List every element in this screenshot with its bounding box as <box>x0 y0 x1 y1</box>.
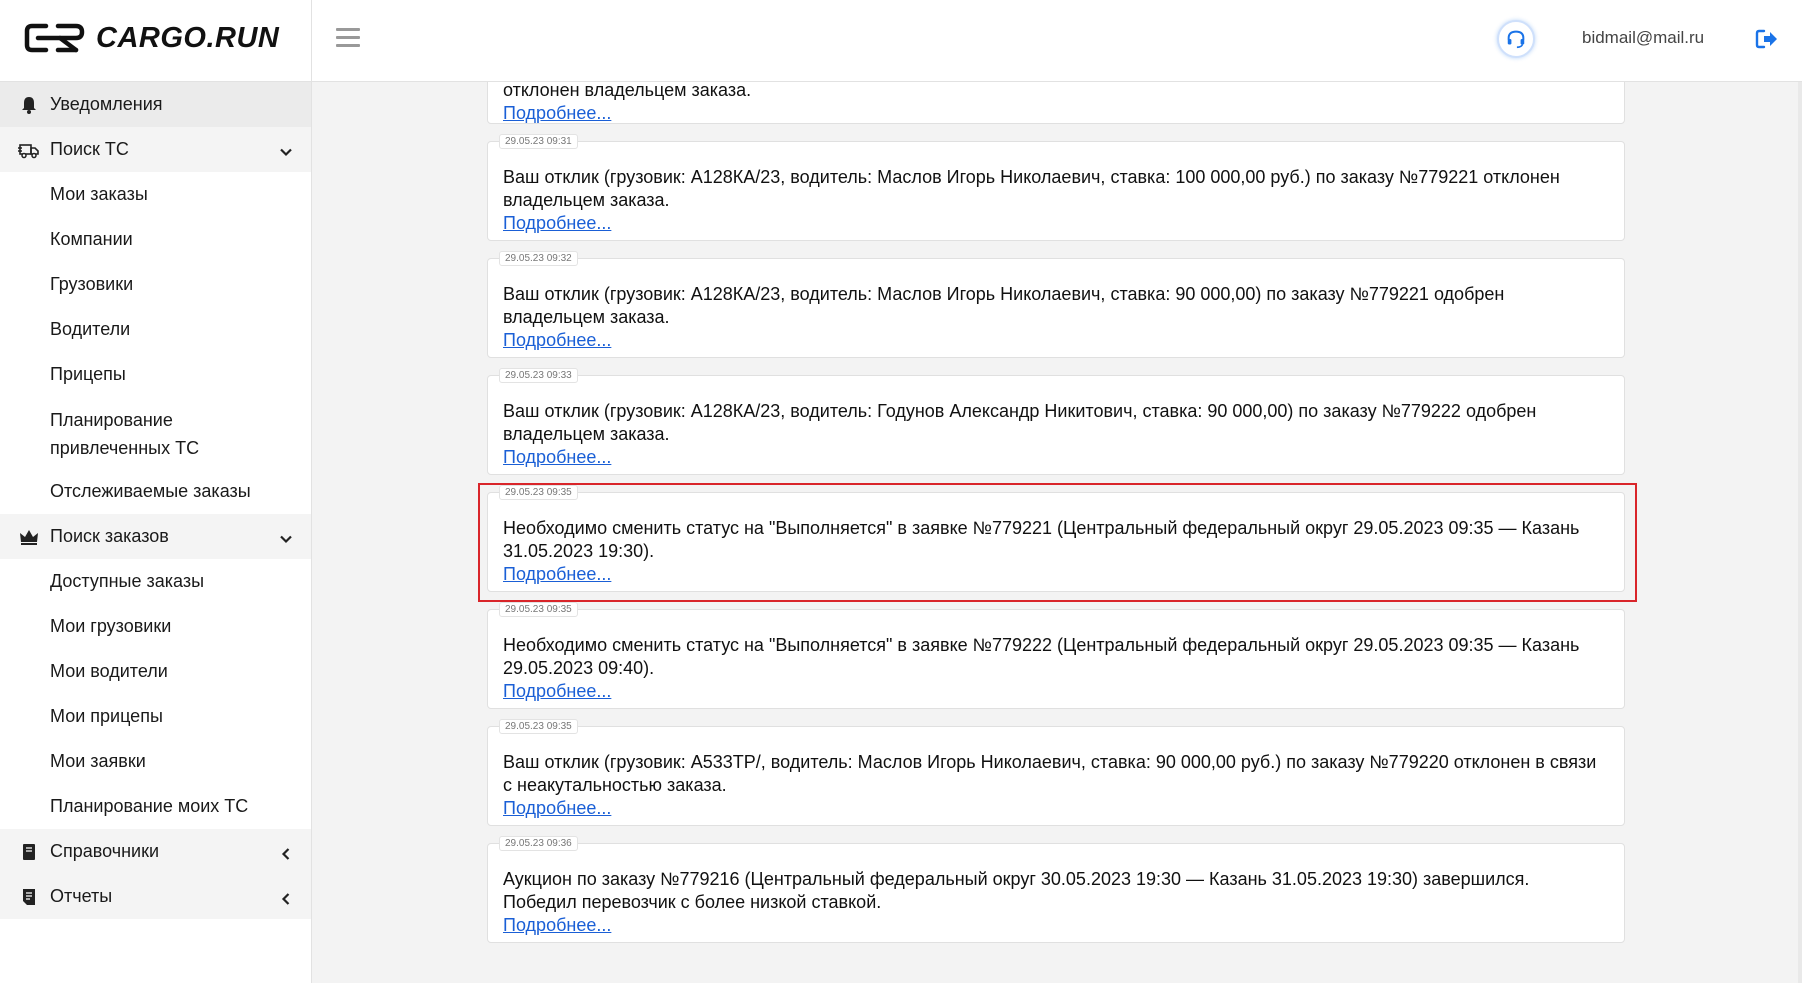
notification-card: 29.05.23 09:31 Ваш отклик (грузовик: А128… <box>487 134 1625 241</box>
sidebar-item-label: Мои водители <box>50 661 168 681</box>
chevron-left-icon[interactable] <box>279 890 293 905</box>
sidebar-item-3[interactable]: Компании <box>0 217 311 262</box>
notifications-feed: отклонен владельцем заказа. Подробнее... 2… <box>478 82 1637 960</box>
sidebar-item-12[interactable]: Мои водители <box>0 649 311 694</box>
logo-text: CARGO.RUN <box>96 21 280 54</box>
bell-icon <box>18 95 40 115</box>
notification-text: Ваш отклик (грузовик: А128КА/23, водител… <box>503 401 1537 444</box>
sidebar-item-label: Мои прицепы <box>50 706 163 726</box>
sidebar-item-15[interactable]: Планирование моих ТС <box>0 784 311 829</box>
logo-mark-icon <box>24 23 85 53</box>
notification-text: Ваш отклик (грузовик: А128КА/23, водител… <box>503 284 1505 327</box>
notification-time: 29.05.23 09:35 <box>499 485 578 500</box>
page-scrollbar[interactable] <box>1798 82 1802 983</box>
notification-time: 29.05.23 09:31 <box>499 134 578 149</box>
sidebar-item-1[interactable]: Поиск ТС <box>0 127 311 172</box>
details-link[interactable]: Подробнее... <box>503 680 611 703</box>
notification-card: 29.05.23 09:35 Необходимо сменить статус … <box>487 602 1625 709</box>
top-bar: CARGO.RUN bidmail@mail.ru <box>0 0 1802 82</box>
sidebar-item-16[interactable]: Справочники <box>0 829 311 874</box>
notification-text: отклонен владельцем заказа. <box>503 82 752 100</box>
sidebar-item-label: Мои заявки <box>50 751 146 771</box>
notification-card: 29.05.23 09:35 Ваш отклик (грузовик: А533… <box>487 719 1625 826</box>
sidebar-divider <box>311 0 312 983</box>
notification-time: 29.05.23 09:35 <box>499 602 578 617</box>
notification-text: Ваш отклик (грузовик: А533ТР/, водитель:… <box>503 752 1597 795</box>
notification-card: 29.05.23 09:36 Аукцион по заказу №779216 … <box>487 836 1625 943</box>
sidebar-item-label: Водители <box>50 319 131 339</box>
truck-icon <box>18 140 40 160</box>
sidebar-item-2[interactable]: Мои заказы <box>0 172 311 217</box>
sidebar-item-9[interactable]: Поиск заказов <box>0 514 311 559</box>
chevron-down-icon[interactable] <box>279 530 293 544</box>
sidebar-item-label: Мои заказы <box>50 184 148 204</box>
notification-card: отклонен владельцем заказа. Подробнее... <box>487 82 1625 124</box>
sidebar-item-label: Поиск ТС <box>50 139 129 159</box>
logout-icon[interactable] <box>1755 28 1779 50</box>
details-link[interactable]: Подробнее... <box>503 914 611 937</box>
notification-time: 29.05.23 09:32 <box>499 251 578 266</box>
sidebar: Уведомления Поиск ТС Мои заказы Компании Гру… <box>0 82 311 983</box>
notification-card: 29.05.23 09:35 Необходимо сменить статус … <box>478 483 1637 602</box>
notifications-panel: отклонен владельцем заказа. Подробнее... 2… <box>312 82 1802 983</box>
notification-card: 29.05.23 09:32 Ваш отклик (грузовик: А128… <box>487 251 1625 358</box>
sidebar-item-label: Планирование привлеченных ТС <box>50 410 200 458</box>
details-link[interactable]: Подробнее... <box>503 329 611 352</box>
notification-text: Ваш отклик (грузовик: А128КА/23, водител… <box>503 167 1560 210</box>
details-link[interactable]: Подробнее... <box>503 563 611 586</box>
user-email[interactable]: bidmail@mail.ru <box>1582 28 1704 48</box>
chevron-left-icon[interactable] <box>279 845 293 860</box>
logo[interactable]: CARGO.RUN <box>24 18 279 58</box>
sidebar-item-14[interactable]: Мои заявки <box>0 739 311 784</box>
notification-text: Необходимо сменить статус на "Выполняетс… <box>503 518 1580 561</box>
sidebar-item-label: Отслеживаемые заказы <box>50 481 251 501</box>
notification-text: Аукцион по заказу №779216 (Центральный ф… <box>503 869 1530 912</box>
sidebar-item-label: Уведомления <box>50 94 163 114</box>
sidebar-item-label: Отчеты <box>50 886 113 906</box>
details-link[interactable]: Подробнее... <box>503 446 611 469</box>
crown-icon <box>18 527 40 547</box>
sidebar-item-label: Прицепы <box>50 364 126 384</box>
headset-icon[interactable] <box>1497 20 1535 58</box>
notification-text: Необходимо сменить статус на "Выполняетс… <box>503 635 1580 678</box>
hamburger-icon[interactable] <box>336 28 360 48</box>
sidebar-item-label: Мои грузовики <box>50 616 172 636</box>
details-link[interactable]: Подробнее... <box>503 212 611 235</box>
notification-card: 29.05.23 09:33 Ваш отклик (грузовик: А128… <box>487 368 1625 475</box>
sidebar-item-4[interactable]: Грузовики <box>0 262 311 307</box>
sidebar-item-label: Планирование моих ТС <box>50 796 249 816</box>
sidebar-item-label: Грузовики <box>50 274 134 294</box>
sidebar-item-0[interactable]: Уведомления <box>0 82 311 127</box>
book-icon <box>18 842 40 862</box>
chevron-down-icon[interactable] <box>279 143 293 157</box>
sidebar-item-label: Поиск заказов <box>50 526 169 546</box>
sidebar-item-5[interactable]: Водители <box>0 307 311 352</box>
notification-time: 29.05.23 09:33 <box>499 368 578 383</box>
sidebar-item-label: Компании <box>50 229 133 249</box>
sidebar-item-17[interactable]: Отчеты <box>0 874 311 919</box>
sidebar-item-13[interactable]: Мои прицепы <box>0 694 311 739</box>
sidebar-item-11[interactable]: Мои грузовики <box>0 604 311 649</box>
sidebar-item-10[interactable]: Доступные заказы <box>0 559 311 604</box>
sidebar-item-8[interactable]: Отслеживаемые заказы <box>0 469 311 514</box>
report-icon <box>18 887 40 907</box>
notification-time: 29.05.23 09:36 <box>499 836 578 851</box>
details-link[interactable]: Подробнее... <box>503 102 611 125</box>
sidebar-item-label: Справочники <box>50 841 160 861</box>
details-link[interactable]: Подробнее... <box>503 797 611 820</box>
notification-time: 29.05.23 09:35 <box>499 719 578 734</box>
sidebar-item-label: Доступные заказы <box>50 571 205 591</box>
sidebar-item-7[interactable]: Планирование привлеченных ТС <box>0 397 311 469</box>
sidebar-item-6[interactable]: Прицепы <box>0 352 311 397</box>
